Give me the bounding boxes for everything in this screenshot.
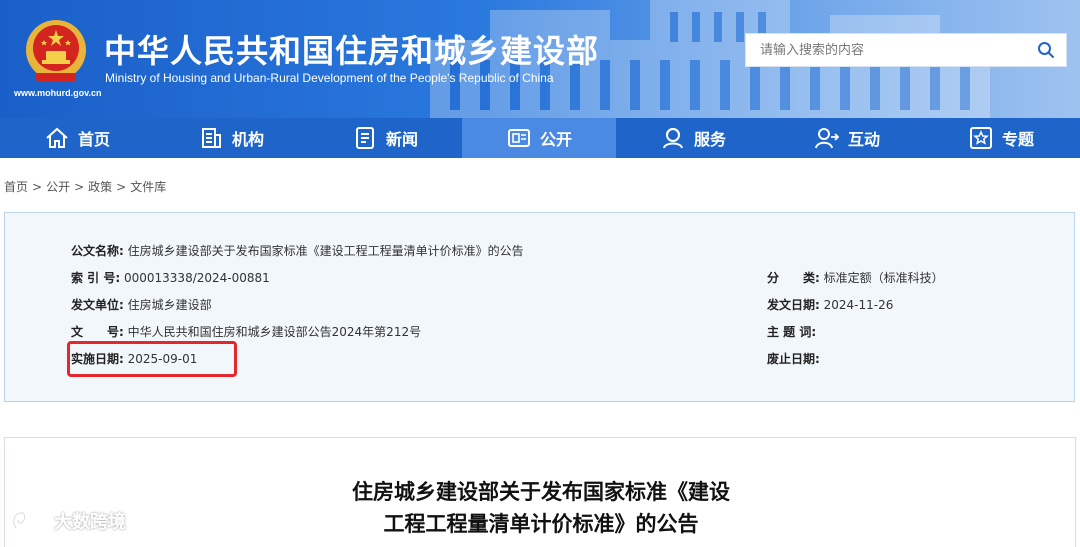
effective-date-highlight-box [67,341,237,377]
nav-item-topic[interactable]: 专题 [924,118,1078,158]
article-title: 住房城乡建设部关于发布国家标准《建设 工程工程量清单计价标准》的公告 [5,476,1077,540]
category-label: 分 类: [767,271,820,285]
topic-icon [969,127,992,149]
nav-item-disclosure[interactable]: 公开 [462,118,616,158]
breadcrumb: 首页 > 公开 > 政策 > 文件库 [4,178,166,195]
issue-date-value: 2024-11-26 [823,298,894,312]
watermark-text: 大数跨境 [54,512,126,533]
site-title: 中华人民共和国住房和城乡建设部 [104,32,600,70]
watermark: 大数跨境 [10,508,126,534]
issuer-value: 住房城乡建设部 [127,298,212,312]
nav-item-label: 机构 [231,130,264,149]
service-icon [662,128,683,149]
nav-item-label: 专题 [1001,130,1034,149]
breadcrumb-item-home[interactable]: 首页 [4,180,28,194]
nav-item-home[interactable]: 首页 [0,118,154,158]
article-body: 住房城乡建设部关于发布国家标准《建设 工程工程量清单计价标准》的公告 [4,437,1076,547]
search-input[interactable] [746,34,1026,66]
document-info-panel: 公文名称: 住房城乡建设部关于发布国家标准《建设工程工程量清单计价标准》的公告 … [4,212,1075,402]
nav-item-label: 首页 [77,130,110,149]
index-value: 000013338/2024-00881 [123,271,270,285]
main-nav: 首页 机构 新闻 公开 服务 互动 专题 [0,118,1080,158]
doc-name-row: 公文名称: 住房城乡建设部关于发布国家标准《建设工程工程量清单计价标准》的公告 [71,242,524,259]
index-label: 索 引 号: [71,271,121,285]
news-icon [355,127,374,149]
nav-item-organization[interactable]: 机构 [154,118,308,158]
nav-item-interaction[interactable]: 互动 [770,118,924,158]
doc-number-row: 文 号: 中华人民共和国住房和城乡建设部公告2024年第212号 [71,323,421,340]
breadcrumb-separator: > [74,180,85,194]
keywords-row: 主 题 词: [767,323,816,340]
site-header: www.mohurd.gov.cn 中华人民共和国住房和城乡建设部 Minist… [0,0,1080,118]
search-icon [1038,42,1054,58]
national-emblem-icon [26,20,86,81]
article-title-line-2: 工程工程量清单计价标准》的公告 [383,512,699,536]
breadcrumb-item-disclosure[interactable]: 公开 [46,180,70,194]
doc-name-value: 住房城乡建设部关于发布国家标准《建设工程工程量清单计价标准》的公告 [127,244,524,258]
issuer-label: 发文单位: [71,298,124,312]
category-value: 标准定额（标准科技） [823,271,944,285]
home-icon [46,127,68,148]
search-button[interactable] [1026,34,1066,66]
issue-date-label: 发文日期: [767,298,820,312]
search-box [745,33,1067,67]
index-row: 索 引 号: 000013338/2024-00881 [71,269,270,286]
doc-name-label: 公文名称: [71,244,124,258]
keywords-label: 主 题 词: [767,325,817,339]
breadcrumb-separator: > [116,180,127,194]
repeal-date-row: 废止日期: [767,350,820,367]
breadcrumb-separator: > [32,180,43,194]
article-title-line-1: 住房城乡建设部关于发布国家标准《建设 [352,480,730,504]
building-icon [201,128,221,148]
breadcrumb-item-policy[interactable]: 政策 [88,180,112,194]
repeal-date-label: 废止日期: [767,352,820,366]
site-url: www.mohurd.gov.cn [14,88,102,98]
doc-number-value: 中华人民共和国住房和城乡建设部公告2024年第212号 [127,325,422,339]
nav-item-label: 公开 [539,130,572,149]
nav-item-service[interactable]: 服务 [616,118,770,158]
nav-item-label: 新闻 [385,130,418,149]
nav-item-label: 互动 [847,130,880,149]
category-row: 分 类: 标准定额（标准科技） [767,269,944,286]
disclosure-icon [507,129,530,147]
watermark-logo-icon [12,511,50,529]
nav-item-news[interactable]: 新闻 [308,118,462,158]
breadcrumb-item-library[interactable]: 文件库 [130,180,166,194]
issuer-row: 发文单位: 住房城乡建设部 [71,296,212,313]
site-title-english: Ministry of Housing and Urban-Rural Deve… [105,71,554,85]
issue-date-row: 发文日期: 2024-11-26 [767,296,893,313]
doc-number-label: 文 号: [71,325,124,339]
interaction-icon [814,128,840,149]
nav-item-label: 服务 [693,130,726,149]
